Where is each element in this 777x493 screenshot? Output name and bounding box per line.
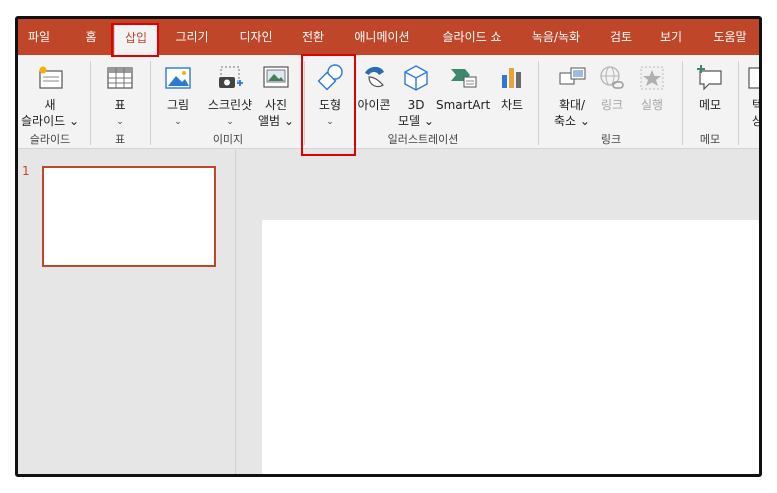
chevron-down-icon: ⌄ (226, 117, 234, 127)
action-label: 실행 (640, 98, 664, 112)
slide-number: 1 (22, 164, 30, 178)
smartart-label: SmartArt (436, 98, 491, 112)
screenshot-icon (219, 66, 243, 88)
chevron-down-icon: ⌄ (116, 117, 124, 127)
group-label-images: 이미지 (212, 133, 244, 146)
chevron-down-icon: ⌄ (174, 117, 182, 127)
link-label: 링크 (600, 98, 624, 112)
3d-models-label-2: 모델 ⌄ (398, 114, 434, 128)
zoom-label-1: 확대/ (558, 98, 586, 112)
chart-button[interactable]: 차트 (492, 59, 532, 131)
comment-button[interactable]: 메모 (688, 59, 732, 131)
tab-review[interactable]: 검토 (606, 19, 636, 55)
new-slide-label-2: 슬라이드 ⌄ (20, 114, 80, 128)
zoom-button[interactable]: 확대/ 축소 ⌄ (546, 59, 598, 131)
smartart-icon (451, 69, 477, 88)
table-button[interactable]: 표 ⌄ (98, 59, 142, 131)
tab-home[interactable]: 홈 (78, 19, 104, 55)
new-slide-button[interactable]: 새 슬라이드 ⌄ (18, 59, 82, 131)
group-label-table: 표 (114, 133, 126, 146)
text-box-icon (748, 67, 759, 89)
comment-icon (697, 65, 722, 91)
slide-thumbnail-pane: 1 (18, 150, 236, 474)
zoom-icon (559, 67, 586, 85)
tab-design[interactable]: 디자인 (234, 19, 278, 55)
action-button[interactable]: 실행 (632, 59, 672, 131)
photo-album-label-1: 사진 (264, 98, 288, 112)
group-separator (738, 61, 739, 145)
table-label: 표 (114, 98, 126, 112)
tab-animations[interactable]: 애니메이션 (350, 19, 414, 55)
group-separator (150, 61, 151, 145)
star-action-icon (640, 66, 664, 90)
zoom-label-2: 축소 ⌄ (554, 114, 590, 128)
icons-label: 아이콘 (357, 98, 391, 112)
link-button[interactable]: 링크 (592, 59, 632, 131)
globe-link-icon (600, 66, 624, 89)
smartart-button[interactable]: SmartArt (436, 59, 490, 131)
bar-chart-icon (502, 68, 521, 88)
group-separator (538, 61, 539, 145)
slide-canvas[interactable] (262, 220, 759, 474)
tab-slideshow[interactable]: 슬라이드 쇼 (434, 19, 510, 55)
group-separator (682, 61, 683, 145)
comment-label: 메모 (698, 98, 722, 112)
table-icon (107, 67, 133, 89)
picture-label: 그림 (166, 98, 190, 112)
3d-models-button[interactable]: 3D 모델 ⌄ (394, 59, 438, 131)
group-label-comments: 메모 (699, 133, 721, 146)
highlight-shapes-button (301, 54, 356, 156)
chart-label: 차트 (500, 98, 524, 112)
text-button[interactable]: 텍 상 (744, 59, 762, 131)
screenshot-button[interactable]: 스크린샷 ⌄ (200, 59, 260, 131)
text-label-1: 텍 (752, 98, 762, 112)
group-separator (90, 61, 91, 145)
picture-icon (165, 67, 191, 89)
ribbon-insert: 새 슬라이드 ⌄ 표 ⌄ 그림 ⌄ 스크린샷 ⌄ 사진 앨범 ⌄ 도형 ⌄ 아이… (18, 55, 759, 149)
slide-thumbnail[interactable] (42, 166, 216, 267)
tab-transitions[interactable]: 전환 (296, 19, 330, 55)
tab-record[interactable]: 녹음/녹화 (526, 19, 586, 55)
photo-album-label-2: 앨범 ⌄ (258, 114, 294, 128)
tab-view[interactable]: 보기 (656, 19, 686, 55)
cube-icon (404, 65, 428, 91)
3d-models-label-1: 3D (407, 98, 425, 112)
photo-album-icon (263, 66, 289, 88)
group-label-links: 링크 (600, 133, 622, 146)
screenshot-label: 스크린샷 (207, 98, 253, 112)
tab-help[interactable]: 도움말 (708, 19, 752, 55)
new-slide-label-1: 새 (44, 98, 56, 112)
text-label-2: 상 (752, 114, 762, 128)
icons-icon (365, 66, 384, 88)
photo-album-button[interactable]: 사진 앨범 ⌄ (254, 59, 298, 131)
tab-file[interactable]: 파일 (22, 19, 56, 55)
new-slide-icon (39, 66, 63, 89)
tab-draw[interactable]: 그리기 (170, 19, 214, 55)
picture-button[interactable]: 그림 ⌄ (158, 59, 198, 131)
highlight-insert-tab (111, 23, 159, 57)
icons-button[interactable]: 아이콘 (352, 59, 396, 131)
group-label-slides: 슬라이드 (29, 133, 71, 146)
powerpoint-window: 파일 홈 삽입 그리기 디자인 전환 애니메이션 슬라이드 쇼 녹음/녹화 검토… (15, 16, 762, 477)
